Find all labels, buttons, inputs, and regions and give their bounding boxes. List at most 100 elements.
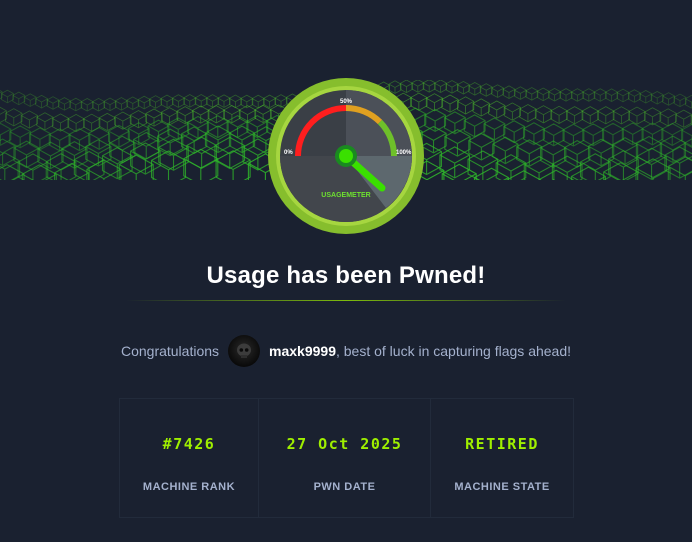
machine-state-label: MACHINE STATE [454, 481, 550, 493]
banner-cube [0, 89, 14, 104]
banner-cube [445, 80, 459, 94]
banner-cube [612, 106, 630, 125]
banner-cube [149, 95, 162, 109]
machine-state-value: RETIRED [465, 435, 539, 453]
banner-cube [491, 84, 504, 98]
banner-cube [441, 94, 459, 113]
banner-cube [35, 94, 48, 109]
banner-cube [238, 105, 257, 124]
congrats-suffix: , best of luck in capturing flags ahead! [335, 343, 572, 359]
banner-cube [582, 88, 596, 102]
banner-cube [503, 102, 521, 121]
stat-machine-state: RETIRED MACHINE STATE [431, 399, 573, 517]
banner-cube [534, 105, 553, 124]
congrats-prefix: Congratulations [120, 343, 220, 359]
banner-cube [20, 110, 38, 129]
banner-cube [145, 108, 163, 127]
banner-cube [661, 122, 684, 146]
banner-cube [172, 94, 185, 108]
banner-cube [566, 106, 584, 125]
banner-cube [664, 146, 692, 179]
banner-cube [628, 106, 646, 125]
banner-cube [519, 104, 537, 123]
banner-cube [523, 155, 555, 180]
banner-cube [92, 97, 105, 112]
banner-cube [581, 106, 599, 125]
banner-cube [608, 150, 639, 180]
banner-cube [616, 88, 630, 103]
banner-cube [206, 94, 219, 108]
pwned-page: 0% 50% 100% USAGEMETER Usage has been Pw… [0, 0, 692, 542]
congrats-message: Congratulations maxk9999 , best of luck … [0, 334, 692, 368]
banner-cube [28, 127, 51, 151]
pwn-date-value: 27 Oct 2025 [286, 435, 403, 453]
banner-cube [472, 98, 490, 117]
banner-cube [495, 154, 527, 180]
pwn-date-label: PWN DATE [313, 481, 376, 493]
banner-cube [58, 97, 71, 111]
banner-cube [424, 108, 447, 133]
banner-cube [559, 88, 573, 102]
gauge-max-label: 100% [396, 150, 412, 156]
banner-cube [675, 109, 692, 128]
banner-cube [69, 97, 83, 112]
banner-cube [186, 136, 217, 169]
banner-cube [468, 82, 482, 96]
machine-rank-label: MACHINE RANK [142, 481, 236, 493]
banner-cube [441, 163, 477, 180]
banner-cube [444, 129, 471, 157]
user-avatar[interactable] [228, 335, 261, 367]
gauge-caption: USAGEMETER [321, 192, 370, 199]
banner-cube [101, 146, 133, 180]
banner-cube [641, 122, 664, 146]
banner-cube [548, 87, 561, 102]
banner-cube [160, 94, 174, 109]
banner-cube [51, 113, 70, 132]
banner-cube [67, 113, 85, 133]
banner-cube [593, 88, 607, 102]
banner-cube [115, 97, 128, 111]
skull-icon [237, 343, 252, 358]
banner-cube [582, 123, 605, 147]
banner-cube [662, 92, 675, 106]
banner-cube [425, 93, 444, 112]
gauge-min-label: 0% [284, 150, 293, 156]
banner-cube [12, 91, 26, 106]
banner-cube [0, 138, 16, 167]
banner-cube [550, 105, 568, 124]
banner-cube [183, 148, 219, 180]
banner-cube [673, 93, 687, 108]
banner-cube [611, 137, 639, 165]
banner-cube [628, 89, 641, 103]
banner-cube [639, 90, 653, 104]
banner-cube [246, 114, 269, 139]
banner-cube [571, 88, 584, 102]
banner-cube [525, 87, 539, 101]
banner-cube [457, 96, 475, 115]
banner-cube [217, 94, 231, 108]
stat-machine-rank: #7426 MACHINE RANK [120, 399, 259, 517]
page-title: Usage has been Pwned! [206, 262, 486, 289]
banner-cube [183, 94, 197, 108]
banner-cube [46, 96, 60, 110]
banner-cube [103, 97, 117, 112]
banner-cube [503, 120, 526, 144]
banner-cube [194, 94, 208, 108]
banner-cube [536, 87, 550, 102]
username-link[interactable]: maxk9999 [269, 343, 336, 359]
banner-cube [570, 166, 606, 180]
banner-cube [502, 85, 516, 99]
gauge-mid-label: 50% [340, 99, 353, 105]
banner-cube [659, 108, 677, 127]
banner-cube [605, 88, 618, 102]
banner-cube [542, 123, 565, 147]
banner-cube [434, 80, 447, 93]
banner-cube [457, 80, 470, 95]
banner-cube [23, 93, 37, 107]
banner-cube [98, 112, 116, 132]
banner-cube [36, 112, 54, 131]
banner-cube [514, 86, 527, 100]
banner-cube [5, 108, 23, 127]
banner-cube [126, 96, 140, 110]
usagemeter-badge: 0% 50% 100% USAGEMETER [268, 78, 424, 234]
